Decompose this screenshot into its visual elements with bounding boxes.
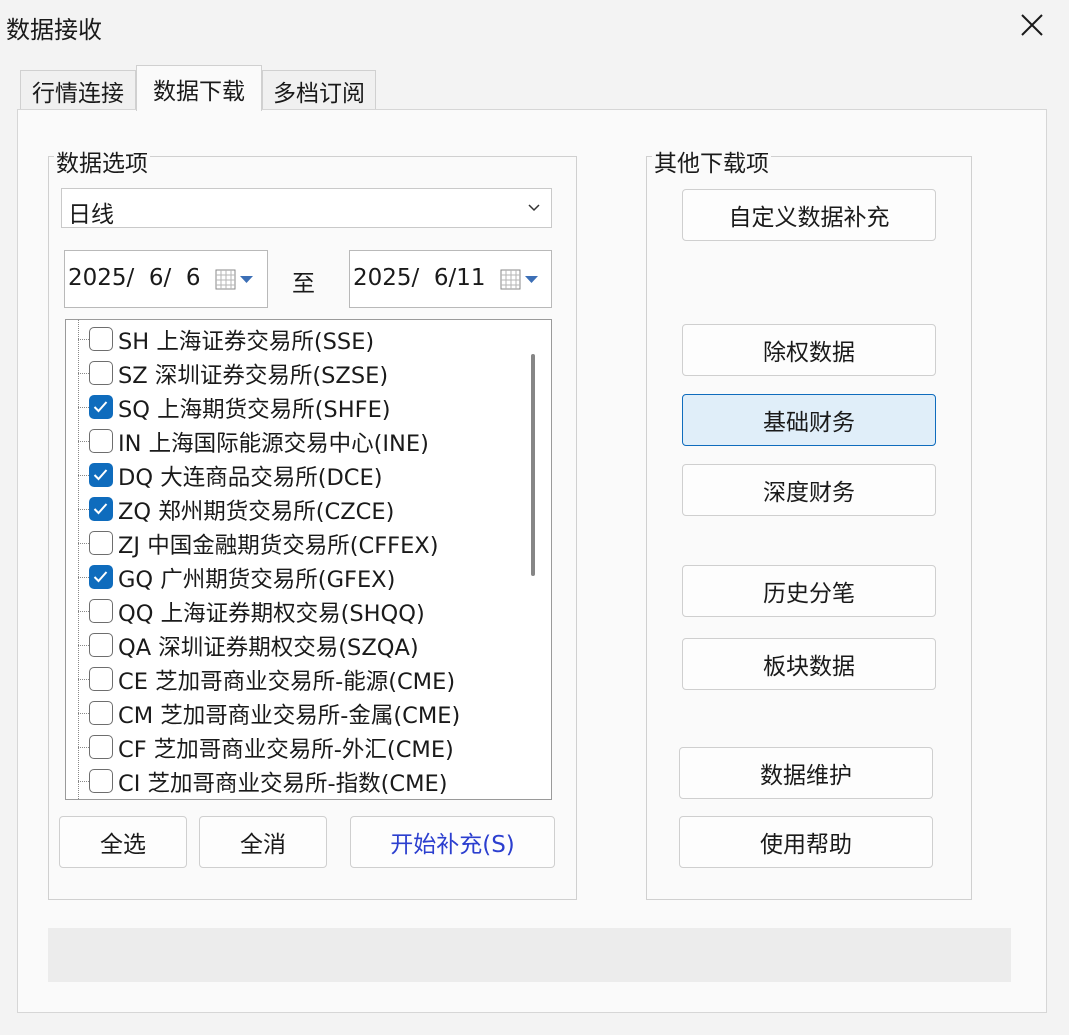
tree-connector [78, 475, 89, 476]
exchange-label: CF 芝加哥商业交易所-外汇(CME) [118, 737, 454, 763]
checkmark-icon [93, 503, 108, 515]
exchange-list-item[interactable]: CI 芝加哥商业交易所-指数(CME) [66, 764, 536, 798]
exchange-label: SQ 上海期货交易所(SHFE) [118, 397, 391, 423]
exchange-list-item[interactable]: IN 上海国际能源交易中心(INE) [66, 424, 536, 458]
exchange-tree-list[interactable]: SH 上海证券交易所(SSE) SZ 深圳证券交易所(SZSE) SQ 上海期货交易… [65, 319, 552, 800]
chevron-down-icon [528, 204, 540, 212]
exchange-label: QQ 上海证券期权交易(SHQQ) [118, 601, 425, 627]
tree-connector [78, 747, 89, 748]
exchange-checkbox[interactable] [89, 769, 113, 793]
start-date-value: 2025/ 6/ 6 [68, 265, 201, 291]
data-maintenance-button[interactable]: 数据维护 [679, 747, 933, 799]
exchange-checkbox[interactable] [89, 735, 113, 759]
tab-quote-connection[interactable]: 行情连接 [20, 70, 136, 110]
sector-data-button[interactable]: 板块数据 [682, 638, 936, 690]
custom-fill-button[interactable]: 自定义数据补充 [682, 189, 936, 241]
tree-connector [78, 645, 89, 646]
exchange-label: QA 深圳证券期权交易(SZQA) [118, 635, 419, 661]
start-date-picker[interactable]: 2025/ 6/ 6 [64, 250, 268, 308]
exchange-checkbox[interactable] [89, 701, 113, 725]
tree-connector [78, 679, 89, 680]
period-select[interactable]: 日线 [61, 188, 552, 228]
exchange-list-item[interactable]: CE 芝加哥商业交易所-能源(CME) [66, 662, 536, 696]
exchange-label: DQ 大连商品交易所(DCE) [118, 465, 383, 491]
exchange-label: ZQ 郑州期货交易所(CZCE) [118, 499, 395, 525]
exchange-label: SZ 深圳证券交易所(SZSE) [118, 363, 389, 389]
history-ticks-button[interactable]: 历史分笔 [682, 565, 936, 617]
checkmark-icon [93, 469, 108, 481]
data-options-title: 数据选项 [54, 144, 150, 178]
exchange-label: CE 芝加哥商业交易所-能源(CME) [118, 669, 456, 695]
exchange-label: ZJ 中国金融期货交易所(CFFEX) [118, 533, 439, 559]
other-downloads-title: 其他下载项 [652, 144, 771, 178]
exchange-list-item[interactable]: ZQ 郑州期货交易所(CZCE) [66, 492, 536, 526]
close-button[interactable] [1002, 0, 1062, 50]
close-icon [1021, 14, 1043, 36]
exchange-checkbox[interactable] [89, 463, 113, 487]
tree-connector [78, 509, 89, 510]
exchange-checkbox[interactable] [89, 531, 113, 555]
exchange-list-item[interactable]: CM 芝加哥商业交易所-金属(CME) [66, 696, 536, 730]
exchange-checkbox[interactable] [89, 667, 113, 691]
end-date-picker[interactable]: 2025/ 6/11 [349, 250, 552, 308]
checkmark-icon [93, 401, 108, 413]
exchange-label: GQ 广州期货交易所(GFEX) [118, 567, 396, 593]
window-title: 数据接收 [6, 16, 102, 44]
exchange-checkbox[interactable] [89, 497, 113, 521]
status-bar [48, 928, 1011, 982]
tree-connector [78, 441, 89, 442]
date-range-separator: 至 [292, 271, 315, 297]
exchange-checkbox[interactable] [89, 565, 113, 589]
exchange-list-item[interactable]: SQ 上海期货交易所(SHFE) [66, 390, 536, 424]
ex-rights-button[interactable]: 除权数据 [682, 324, 936, 376]
tab-data-download[interactable]: 数据下载 [136, 65, 262, 111]
exchange-list-item[interactable]: ZJ 中国金融期货交易所(CFFEX) [66, 526, 536, 560]
start-fill-button[interactable]: 开始补充(S) [350, 816, 555, 868]
basic-finance-button[interactable]: 基础财务 [682, 394, 936, 446]
tree-connector [78, 713, 89, 714]
tree-connector [78, 373, 89, 374]
exchange-label: SH 上海证券交易所(SSE) [118, 329, 375, 355]
calendar-dropdown-icon[interactable] [215, 269, 257, 291]
tree-connector [78, 611, 89, 612]
tree-connector [78, 339, 89, 340]
exchange-checkbox[interactable] [89, 327, 113, 351]
exchange-list-item[interactable]: QQ 上海证券期权交易(SHQQ) [66, 594, 536, 628]
exchange-list-item[interactable]: DQ 大连商品交易所(DCE) [66, 458, 536, 492]
exchange-label: CI 芝加哥商业交易所-指数(CME) [118, 771, 448, 797]
exchange-list-item[interactable]: GQ 广州期货交易所(GFEX) [66, 560, 536, 594]
exchange-checkbox[interactable] [89, 361, 113, 385]
exchange-list-item[interactable]: SH 上海证券交易所(SSE) [66, 322, 536, 356]
calendar-dropdown-icon[interactable] [500, 269, 542, 291]
end-date-value: 2025/ 6/11 [353, 265, 486, 291]
tree-connector [78, 577, 89, 578]
select-all-button[interactable]: 全选 [59, 816, 187, 868]
exchange-checkbox[interactable] [89, 429, 113, 453]
exchange-label: CM 芝加哥商业交易所-金属(CME) [118, 703, 461, 729]
exchange-label: IN 上海国际能源交易中心(INE) [118, 431, 429, 457]
tab-multi-level-subscription[interactable]: 多档订阅 [262, 70, 376, 110]
checkmark-icon [93, 571, 108, 583]
period-value: 日线 [68, 202, 114, 228]
help-button[interactable]: 使用帮助 [679, 816, 933, 868]
scrollbar-thumb[interactable] [531, 354, 535, 576]
tree-connector [78, 407, 89, 408]
deep-finance-button[interactable]: 深度财务 [682, 464, 936, 516]
exchange-list-item[interactable]: SZ 深圳证券交易所(SZSE) [66, 356, 536, 390]
exchange-checkbox[interactable] [89, 599, 113, 623]
exchange-list-item[interactable]: CF 芝加哥商业交易所-外汇(CME) [66, 730, 536, 764]
deselect-all-button[interactable]: 全消 [199, 816, 327, 868]
tree-connector [78, 543, 89, 544]
exchange-list-item[interactable]: QA 深圳证券期权交易(SZQA) [66, 628, 536, 662]
tree-connector [78, 781, 89, 782]
exchange-checkbox[interactable] [89, 395, 113, 419]
exchange-checkbox[interactable] [89, 633, 113, 657]
